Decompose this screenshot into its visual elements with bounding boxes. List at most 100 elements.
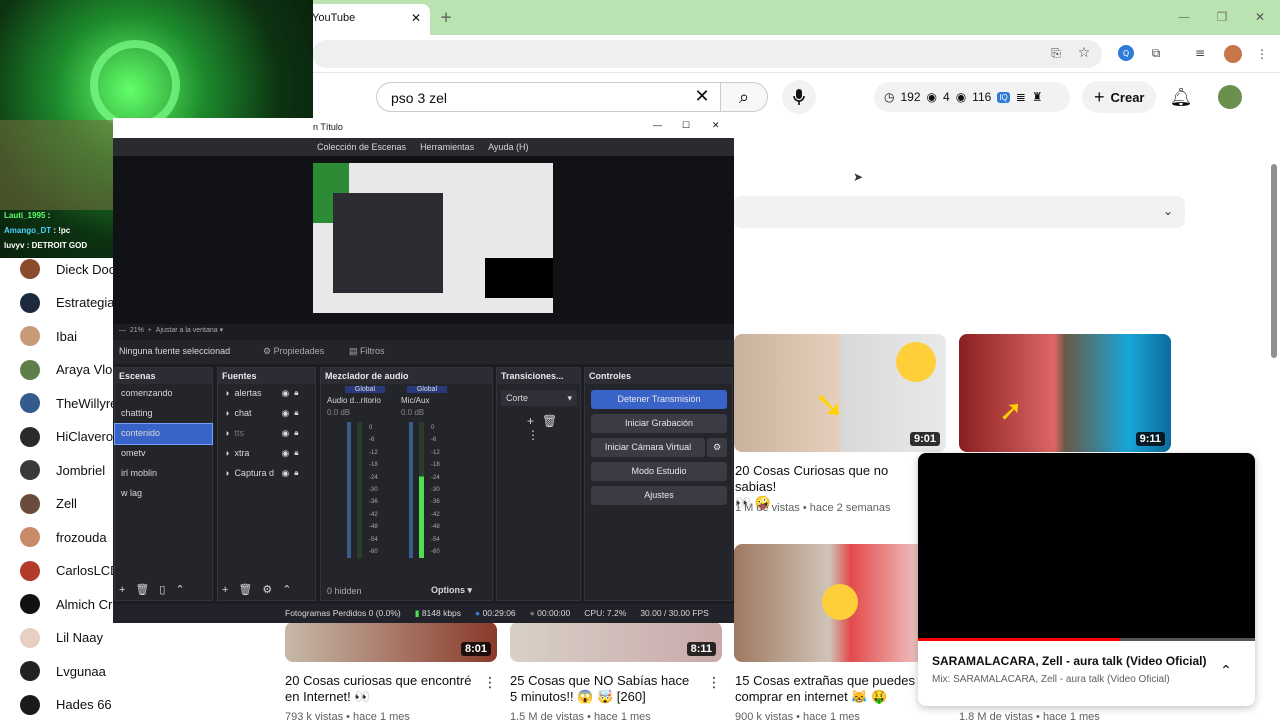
options-button[interactable]: Options ▾ [431, 585, 472, 596]
source-toolbar-icons[interactable]: +🗑︎⚙⌃ [222, 583, 301, 596]
plus-icon[interactable]: + [438, 8, 454, 26]
sidebar-item[interactable]: Almich Cr [20, 592, 112, 616]
scrollbar[interactable] [1271, 164, 1277, 358]
extension-badge-icon[interactable]: IQ [997, 91, 1010, 103]
fit-to-window[interactable]: Ajustar a la ventana [156, 327, 218, 334]
filters-button[interactable]: ▤ Filtros [349, 346, 385, 357]
window-close-icon[interactable]: ✕ [1252, 9, 1268, 25]
search-button[interactable]: ⌕ [720, 82, 768, 112]
create-button[interactable]: + Crear [1082, 81, 1156, 113]
sidebar-item[interactable]: Hades 66 [20, 693, 112, 717]
sidebar-item[interactable]: CarlosLCD [20, 559, 120, 583]
scene-item[interactable]: ometv [115, 444, 212, 464]
sidebar-item[interactable]: HiClavero [20, 425, 113, 449]
progress-bar[interactable] [918, 638, 1255, 641]
list-icon[interactable]: ≣ [1016, 90, 1026, 104]
transition-toolbar-icons[interactable]: +🗑︎⋮ [527, 414, 580, 442]
sidebar-item[interactable]: Ibai [20, 324, 77, 348]
lock-icon[interactable]: 🔒︎ [294, 468, 298, 480]
minimize-icon[interactable]: — [653, 120, 662, 130]
studio-mode-button[interactable]: Modo Estudio [591, 462, 727, 481]
volume-slider[interactable] [347, 422, 351, 558]
volume-slider[interactable] [409, 422, 413, 558]
menu-help[interactable]: Ayuda (H) [488, 142, 528, 152]
sidebar-item[interactable]: Lvgunaa [20, 659, 106, 683]
sidebar-item[interactable]: frozouda [20, 525, 107, 549]
more-options-icon[interactable]: ⋮ [483, 674, 497, 692]
filter-chip-bar[interactable]: ⌄ [733, 196, 1185, 228]
video-title[interactable]: 20 Cosas curiosas que encontré en Intern… [285, 673, 475, 705]
minimize-icon[interactable]: — [1176, 9, 1192, 25]
menu-scene-collection[interactable]: Colección de Escenas [317, 142, 406, 152]
chevron-up-icon[interactable]: ⌃ [1218, 663, 1234, 679]
sidebar-item[interactable]: Lil Naay [20, 626, 103, 650]
install-app-icon[interactable]: ⎘ [1048, 45, 1064, 61]
browser-tab[interactable]: YouTube ✕ [300, 4, 430, 35]
sidebar-item[interactable]: Zell [20, 492, 77, 516]
maximize-icon[interactable]: ☐ [682, 120, 690, 131]
transition-select[interactable]: Corte ▾ [501, 390, 577, 406]
lock-icon[interactable]: 🔒︎ [294, 408, 298, 420]
visibility-eye-icon[interactable]: ◉ [281, 428, 289, 440]
start-virtual-camera-button[interactable]: Iniciar Cámara Virtual [591, 438, 705, 457]
source-item[interactable]: ◑ chat ◉ 🔒︎ [218, 404, 315, 424]
video-thumbnail[interactable]: 8:11 [510, 622, 722, 662]
scene-toolbar-icons[interactable]: +🗑︎▯⌃ [119, 583, 195, 596]
profile-avatar[interactable] [1224, 45, 1242, 63]
scene-item[interactable]: comenzando [115, 384, 212, 404]
extensions-icon[interactable]: ⧉ [1148, 45, 1164, 61]
channel-mic[interactable]: Mic/Aux [401, 396, 429, 405]
sidebar-item[interactable]: Estrategia [20, 291, 115, 315]
channel-desktop-audio[interactable]: Audio d...ritorio [327, 396, 381, 405]
obs-preview[interactable] [313, 163, 553, 313]
notifications-bell-icon[interactable]: 🔔︎ [1170, 86, 1193, 108]
scene-item[interactable]: w lag [115, 484, 212, 504]
address-bar[interactable] [312, 40, 1102, 68]
maximize-icon[interactable]: ❐ [1214, 9, 1230, 25]
miniplayer-video[interactable] [918, 453, 1255, 638]
video-thumbnail[interactable]: 8:01 [285, 622, 497, 662]
media-control-icon[interactable]: ≡ [1192, 45, 1208, 61]
close-icon[interactable]: ✕ [408, 10, 424, 26]
clear-search-icon[interactable]: ✕ [692, 86, 712, 107]
lock-icon[interactable]: 🔒︎ [294, 428, 298, 440]
video-title[interactable]: 15 Cosas extrañas que puedes comprar en … [735, 673, 915, 705]
video-thumbnail[interactable]: ➘ 9:01 [734, 334, 946, 452]
visibility-eye-icon[interactable]: ◉ [281, 448, 289, 460]
source-item[interactable]: ◑ alertas ◉ 🔒︎ [218, 384, 315, 404]
miniplayer[interactable]: SARAMALACARA, Zell - aura talk (Video Of… [918, 453, 1255, 706]
settings-button[interactable]: Ajustes [591, 486, 727, 505]
avatar[interactable] [1218, 85, 1242, 109]
visibility-eye-icon[interactable]: ◉ [281, 388, 289, 400]
video-thumbnail[interactable]: ➚ 9:11 [959, 334, 1171, 452]
properties-button[interactable]: ⚙ Propiedades [263, 346, 324, 357]
chevron-down-icon[interactable]: ⌄ [1161, 204, 1175, 218]
voice-search-button[interactable] [782, 80, 816, 114]
source-item[interactable]: ◑ tts ◉ 🔒︎ [218, 424, 315, 444]
sidebar-item[interactable]: TheWillyre [20, 391, 117, 415]
scene-item[interactable]: irl moblin [115, 464, 212, 484]
virtual-camera-settings-icon[interactable]: ⚙ [707, 438, 727, 457]
source-item[interactable]: ◑ xtra ◉ 🔒︎ [218, 444, 315, 464]
trophy-icon[interactable]: ♜ [1032, 90, 1043, 104]
close-icon[interactable]: ✕ [712, 120, 720, 131]
scene-item[interactable]: contenido [114, 423, 213, 445]
stop-streaming-button[interactable]: Detener Transmisión [591, 390, 727, 409]
scene-item[interactable]: chatting [115, 404, 212, 424]
start-recording-button[interactable]: Iniciar Grabación [591, 414, 727, 433]
obs-window[interactable]: n Título — ☐ ✕ Colección de Escenas Herr… [113, 118, 734, 623]
more-options-icon[interactable]: ⋮ [707, 674, 721, 692]
search-input[interactable]: pso 3 zel [376, 82, 720, 112]
visibility-eye-icon[interactable]: ◉ [281, 408, 289, 420]
visibility-eye-icon[interactable]: ◉ [281, 468, 289, 480]
menu-tools[interactable]: Herramientas [420, 142, 474, 152]
lock-icon[interactable]: 🔒︎ [294, 448, 298, 460]
sidebar-item[interactable]: Araya Vlog [20, 358, 120, 382]
source-item[interactable]: ◑ Captura d ◉ 🔒︎ [218, 464, 315, 484]
video-thumbnail[interactable] [734, 544, 946, 662]
lock-icon[interactable]: 🔒︎ [294, 388, 298, 400]
menu-icon[interactable]: ⋮ [1256, 45, 1268, 63]
sidebar-item[interactable]: Dieck Doc [20, 257, 115, 281]
sidebar-item[interactable]: Jombriel [20, 458, 105, 482]
extension-icon[interactable]: Q [1118, 45, 1134, 61]
